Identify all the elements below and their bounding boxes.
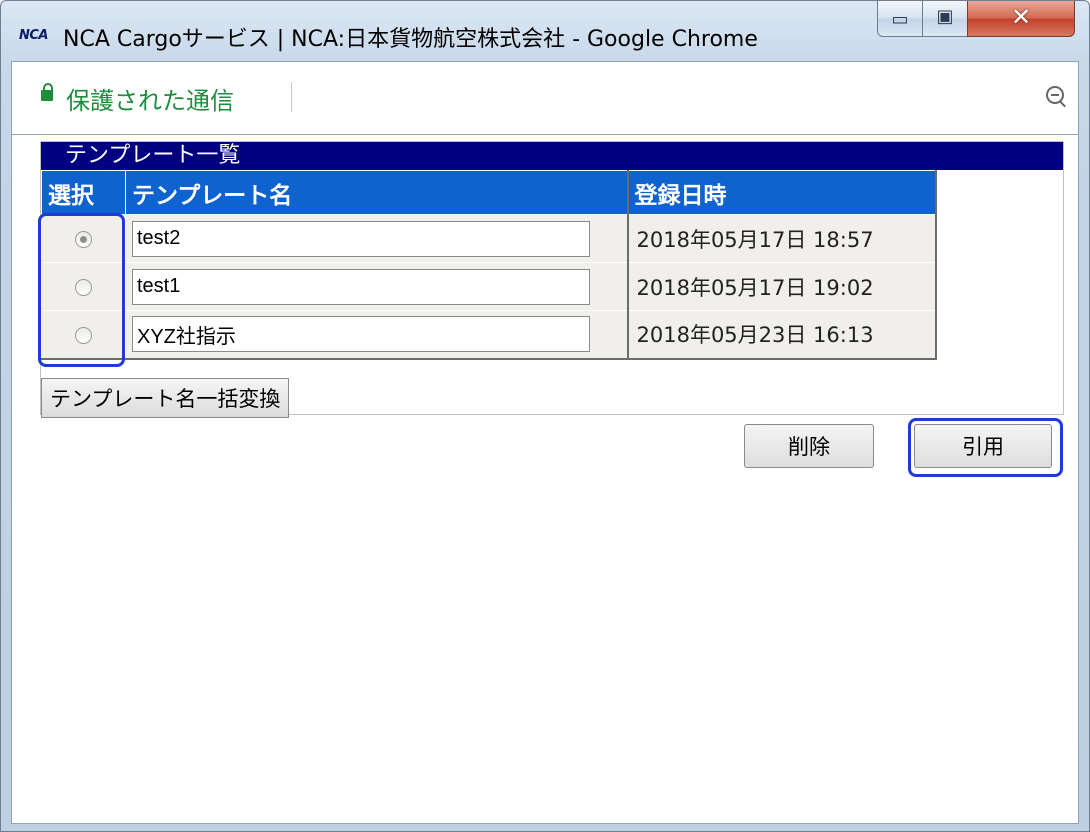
address-bar: 保護された通信 — [11, 61, 1079, 135]
select-cell — [41, 262, 126, 311]
template-list-panel: テンプレート一覧 選択 テンプレート名 登録日時 2018年05月17日 18:… — [40, 141, 1064, 418]
name-cell — [125, 262, 628, 311]
maximize-button[interactable]: ▣ — [922, 1, 968, 37]
minimize-icon: ▭ — [891, 9, 909, 30]
template-radio[interactable] — [75, 326, 92, 344]
select-cell — [41, 214, 126, 263]
nca-logo: NCA — [19, 28, 48, 43]
address-divider — [291, 82, 292, 112]
lock-icon[interactable] — [41, 83, 53, 101]
template-radio[interactable] — [75, 279, 92, 296]
registered-date: 2018年05月17日 19:02 — [626, 262, 937, 311]
template-name-input[interactable] — [132, 316, 590, 353]
zoom-out-icon[interactable] — [1046, 86, 1064, 104]
column-header-date: 登録日時 — [626, 170, 937, 215]
table-row: 2018年05月17日 19:02 — [41, 262, 937, 311]
delete-button[interactable]: 削除 — [744, 424, 874, 468]
template-name-input[interactable] — [132, 220, 590, 257]
select-cell — [41, 310, 126, 360]
bulk-rename-button[interactable]: テンプレート名一括変換 — [41, 378, 290, 418]
template-name-input[interactable] — [132, 268, 590, 305]
close-icon: ✕ — [1010, 3, 1032, 31]
close-button[interactable]: ✕ — [967, 1, 1075, 37]
panel-title: テンプレート一覧 — [41, 142, 1063, 170]
template-radio[interactable] — [75, 231, 92, 248]
table-row: 2018年05月23日 16:13 — [41, 310, 937, 360]
column-header-select: 選択 — [41, 170, 126, 215]
registered-date: 2018年05月23日 16:13 — [626, 310, 937, 360]
minimize-button[interactable]: ▭ — [877, 1, 923, 37]
secure-connection-label[interactable]: 保護された通信 — [66, 81, 234, 116]
title-bar: NCA NCA Cargoサービス | NCA:日本貨物航空株式会社 - Goo… — [1, 1, 1089, 59]
table-row: 2018年05月17日 18:57 — [41, 214, 937, 263]
window-title: NCA Cargoサービス | NCA:日本貨物航空株式会社 - Google … — [63, 27, 758, 52]
page-content: テンプレート一覧 選択 テンプレート名 登録日時 2018年05月17日 18:… — [11, 134, 1079, 824]
quote-button[interactable]: 引用 — [914, 424, 1052, 468]
name-cell — [125, 214, 628, 263]
name-cell — [125, 310, 628, 360]
browser-window: NCA NCA Cargoサービス | NCA:日本貨物航空株式会社 - Goo… — [0, 0, 1090, 832]
maximize-icon: ▣ — [936, 6, 954, 27]
column-header-name: テンプレート名 — [125, 170, 628, 215]
template-table: 選択 テンプレート名 登録日時 2018年05月17日 18:57 2018 — [41, 170, 937, 360]
registered-date: 2018年05月17日 18:57 — [626, 214, 937, 263]
